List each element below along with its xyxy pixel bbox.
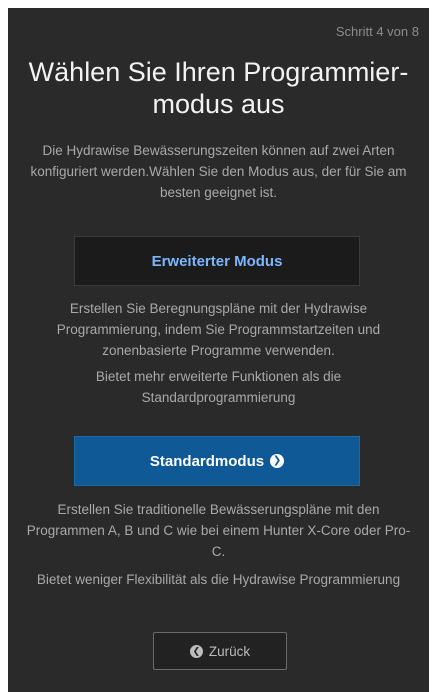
advanced-mode-button[interactable]: Erweiterter Modus (74, 236, 360, 286)
step-indicator: Schritt 4 von 8 (335, 24, 419, 39)
standard-mode-button[interactable]: Standardmodus ❯ (74, 436, 360, 486)
page-title: Wählen Sie Ihren Programmier-modus aus (28, 57, 409, 119)
advanced-mode-description: Erstellen Sie Beregnungspläne mit der Hy… (56, 301, 381, 358)
advanced-mode-note: Bietet mehr erweiterte Funktionen als di… (95, 369, 342, 405)
standard-mode-note: Bietet weniger Flexibilität als die Hydr… (36, 572, 401, 587)
chevron-circle-left-icon: ❮ (189, 644, 203, 658)
back-label: Zurück (208, 643, 251, 659)
wizard-panel: Schritt 4 von 8 Wählen Sie Ihren Program… (8, 8, 429, 692)
advanced-mode-label: Erweiterter Modus (151, 252, 283, 270)
standard-mode-label: Standardmodus (149, 452, 265, 470)
back-button[interactable]: ❮ Zurück (153, 632, 287, 670)
chevron-circle-right-icon: ❯ (270, 454, 285, 468)
standard-mode-description: Erstellen Sie traditionelle Bewässerungs… (26, 502, 411, 559)
intro-text: Die Hydrawise Bewässerungszeiten können … (30, 143, 407, 200)
